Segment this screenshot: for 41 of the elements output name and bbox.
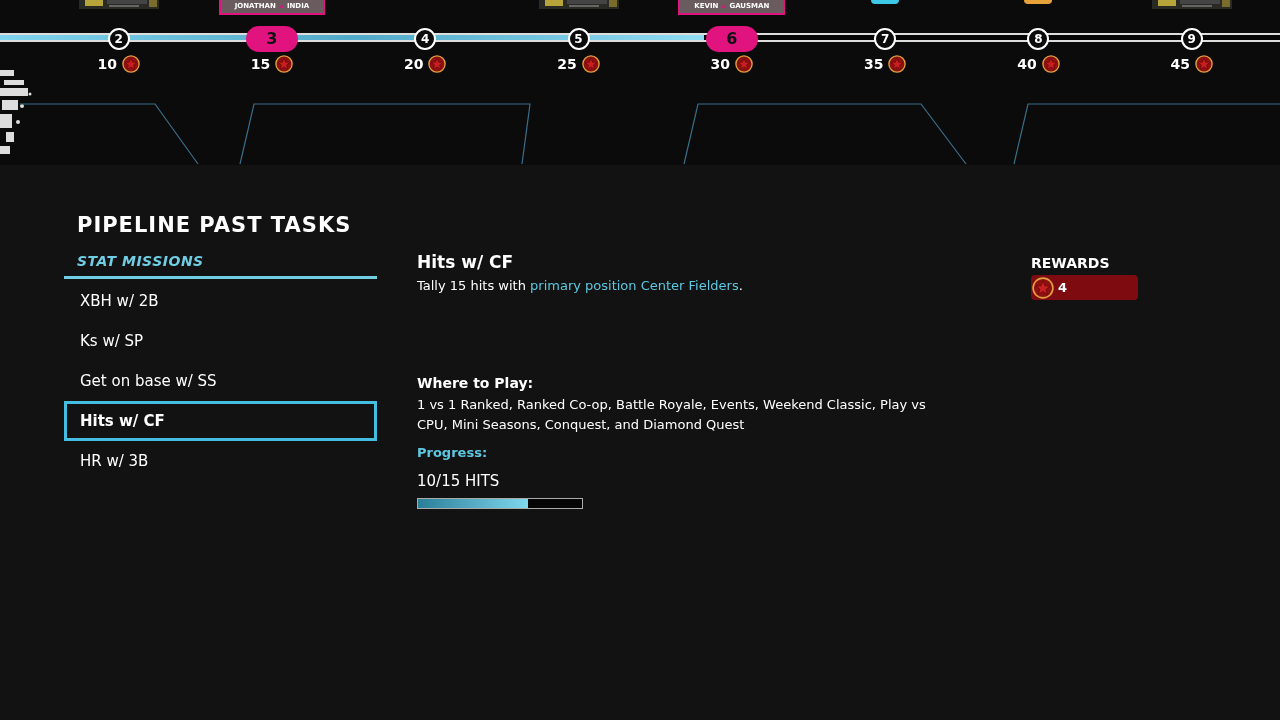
section-title: PIPELINE PAST TASKS xyxy=(77,213,353,237)
level-node[interactable]: 5 xyxy=(567,27,590,50)
task-title: Hits w/ CF xyxy=(417,252,515,272)
task-item[interactable]: Get on base w/ SS xyxy=(64,361,377,401)
level-node[interactable]: 2 xyxy=(107,27,130,50)
reward-amount: 40 xyxy=(1017,56,1037,72)
reward-count: 4 xyxy=(1058,280,1068,295)
progress-heading: Progress: xyxy=(417,445,489,460)
task-item[interactable]: Ks w/ SP xyxy=(64,321,377,361)
level-node[interactable]: 3 xyxy=(245,25,298,52)
level-node[interactable]: 9 xyxy=(1180,27,1203,50)
task-item[interactable]: HR w/ 3B xyxy=(64,441,377,481)
level-node[interactable]: 4 xyxy=(414,27,437,50)
where-to-play-text: 1 vs 1 Ranked, Ranked Co-op, Battle Royale, Events, Weekend Classic, Play vs CPU, Mini Seasons, Conquest, and Diamond Quest xyxy=(417,396,927,434)
reward-amount: 25 xyxy=(557,56,577,72)
where-to-play-heading: Where to Play: xyxy=(417,375,535,391)
level-node[interactable]: 7 xyxy=(874,27,897,50)
reward-amount: 10 xyxy=(97,56,117,72)
star-coin-icon xyxy=(1194,55,1213,73)
reward-amount: 15 xyxy=(250,56,271,72)
level-node[interactable]: 8 xyxy=(1027,27,1050,50)
rewards-heading: REWARDS xyxy=(1031,255,1111,271)
star-coin-icon xyxy=(121,55,140,73)
stat-missions-tab[interactable]: STAT MISSIONS xyxy=(64,253,377,279)
star-coin-icon xyxy=(581,55,600,73)
star-coin-icon xyxy=(428,55,447,73)
star-coin-icon xyxy=(888,55,907,73)
task-item[interactable]: XBH w/ 2B xyxy=(64,281,377,321)
position-link[interactable]: primary position Center Fielders xyxy=(530,278,739,293)
task-item[interactable]: Hits w/ CF xyxy=(64,401,377,441)
task-description: Tally 15 hits with primary position Center Fielders. xyxy=(417,278,744,293)
reward-amount: 20 xyxy=(404,56,424,72)
star-coin-icon xyxy=(275,55,294,73)
progress-text: 10/15 HITS xyxy=(417,472,501,490)
star-coin-icon xyxy=(1041,55,1060,73)
reward-amount: 30 xyxy=(710,56,731,72)
level-node[interactable]: 6 xyxy=(705,25,758,52)
star-coin-icon xyxy=(735,55,754,73)
reward-amount: 45 xyxy=(1170,56,1190,72)
reward-amount: 35 xyxy=(863,56,884,72)
star-coin-icon xyxy=(1032,276,1054,299)
